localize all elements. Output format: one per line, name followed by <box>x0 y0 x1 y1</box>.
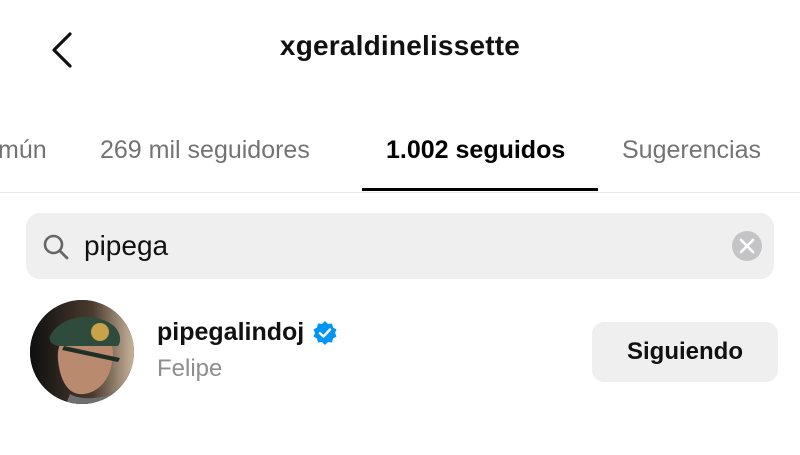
list-item[interactable]: pipegalindoj Felipe Siguiendo <box>0 296 800 408</box>
tab-suggestions[interactable]: Sugerencias <box>622 136 761 165</box>
search-bar <box>26 213 774 279</box>
result-username[interactable]: pipegalindoj <box>157 318 304 347</box>
tab-followers[interactable]: 269 mil seguidores <box>100 136 310 165</box>
search-icon <box>43 234 69 260</box>
tab-en-comun[interactable]: mún <box>0 136 47 165</box>
tab-following[interactable]: 1.002 seguidos <box>386 136 565 165</box>
active-tab-indicator <box>362 188 598 191</box>
profile-photo <box>30 300 134 404</box>
profile-username-title: xgeraldinelissette <box>279 30 521 61</box>
tab-bar: mún 269 mil seguidores 1.002 seguidos Su… <box>0 118 800 193</box>
avatar[interactable] <box>30 300 134 404</box>
verified-badge-icon <box>313 320 337 345</box>
clear-search-button[interactable] <box>732 231 762 261</box>
clear-circle-icon <box>739 238 755 254</box>
username-row: pipegalindoj <box>157 318 338 347</box>
search-input[interactable] <box>84 225 704 267</box>
top-bar: xgeraldinelissette <box>0 0 800 100</box>
result-full-name: Felipe <box>157 355 223 382</box>
following-button[interactable]: Siguiendo <box>592 322 778 382</box>
